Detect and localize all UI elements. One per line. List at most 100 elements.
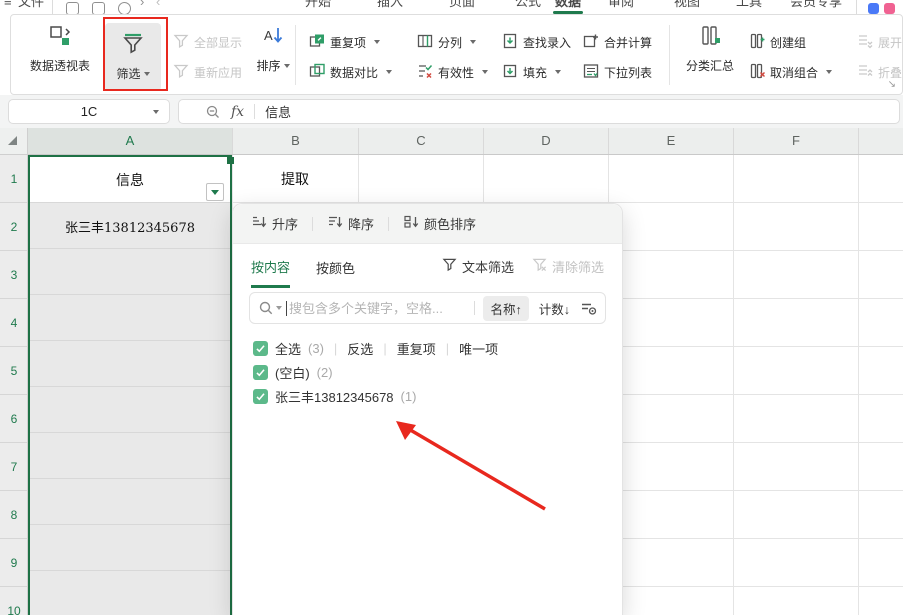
column-header-E[interactable]: E [608, 128, 733, 154]
row-header-4[interactable]: 4 [0, 299, 28, 347]
search-icon [258, 300, 274, 316]
filter-search-box[interactable]: 名称↑ 计数↓ [249, 292, 606, 324]
cell-A2[interactable]: 张三丰13812345678 [30, 203, 230, 249]
tab-member[interactable]: 会员专享 [790, 0, 842, 14]
preview-icon[interactable] [118, 2, 131, 14]
duplicates-link[interactable]: 重复项 [397, 339, 436, 358]
show-all-button[interactable]: 全部显示 [173, 31, 242, 53]
column-header-D[interactable]: D [483, 128, 608, 154]
checkbox-select-all[interactable] [253, 341, 268, 356]
tab-by-content[interactable]: 按内容 [251, 245, 290, 288]
column-header-F[interactable]: F [733, 128, 858, 154]
pivot-table-button[interactable]: 数据透视表 [15, 25, 105, 74]
dialog-launcher-icon[interactable]: ↘ [888, 79, 896, 90]
divider [388, 217, 389, 231]
name-box[interactable]: 1C [8, 99, 170, 124]
sort-by-count-button[interactable]: 计数↓ [539, 299, 570, 318]
row-header-9[interactable]: 9 [0, 539, 28, 587]
remove-duplicates-button[interactable]: 重复项 [309, 31, 380, 53]
sort-by-color-button[interactable]: 颜色排序 [403, 214, 476, 233]
redo-icon[interactable]: ‹ [156, 0, 160, 14]
tab-home[interactable]: 开始 [305, 0, 331, 14]
tab-formulas[interactable]: 公式 [515, 0, 541, 14]
fx-icon[interactable]: fx [231, 104, 244, 120]
data-compare-icon [309, 63, 325, 82]
dropdown-list-button[interactable]: 下拉列表 [583, 61, 652, 83]
row-header-2[interactable]: 2 [0, 203, 28, 251]
tab-view[interactable]: 视图 [674, 0, 700, 14]
filter-button[interactable]: 筛选 [105, 23, 161, 91]
column-header-A[interactable]: A [28, 128, 232, 154]
undo-icon[interactable]: › [140, 0, 144, 14]
tab-tools[interactable]: 工具 [736, 0, 762, 14]
chevron-down-icon [144, 72, 150, 76]
checkbox-value[interactable] [253, 389, 268, 404]
row-header-7[interactable]: 7 [0, 443, 28, 491]
validation-button[interactable]: 有效性 [417, 61, 488, 83]
formula-search-icon[interactable] [205, 104, 221, 120]
data-compare-button[interactable]: 数据对比 [309, 61, 392, 83]
select-all-label[interactable]: 全选 [275, 339, 301, 358]
selection-fill-handle[interactable] [227, 157, 234, 164]
column-headers: A B C D E F [28, 128, 903, 155]
search-input[interactable] [289, 301, 466, 316]
column-header-B[interactable]: B [232, 128, 358, 154]
fill-button[interactable]: 填充 [502, 61, 561, 83]
tab-review[interactable]: 审阅 [608, 0, 634, 14]
cell-A1[interactable]: 信息 [30, 157, 230, 203]
reapply-button[interactable]: 重新应用 [173, 61, 242, 83]
tab-by-color[interactable]: 按颜色 [316, 246, 355, 286]
tab-page[interactable]: 页面 [449, 0, 475, 14]
chevron-down-icon [153, 110, 159, 114]
app-icon-pink[interactable] [884, 3, 895, 14]
file-menu[interactable]: 文件 [18, 0, 44, 14]
list-item: (空白) (2) [253, 360, 602, 384]
divider [312, 217, 313, 231]
reapply-funnel-icon [173, 63, 189, 82]
column-header-C[interactable]: C [358, 128, 483, 154]
checkbox-blank[interactable] [253, 365, 268, 380]
search-mode-chevron-icon[interactable] [276, 306, 282, 310]
row-header-1[interactable]: 1 [0, 155, 28, 203]
filter-value-list: 全选 (3) | 反选 | 重复项 | 唯一项 (空白) (2) 张三丰1381… [233, 324, 622, 420]
clear-filter-button[interactable]: 清除筛选 [532, 257, 604, 276]
column-a-selection: 信息 张三丰13812345678 [28, 155, 232, 615]
row-header-10[interactable]: 10 [0, 587, 28, 615]
select-all-row: 全选 (3) | 反选 | 重复项 | 唯一项 [253, 336, 602, 360]
column-header-G-partial[interactable] [858, 128, 903, 154]
gridline [733, 128, 734, 615]
text-to-columns-button[interactable]: 分列 [417, 31, 476, 53]
row-header-8[interactable]: 8 [0, 491, 28, 539]
create-group-button[interactable]: 创建组 [749, 31, 806, 53]
consolidate-button[interactable]: 合并计算 [583, 31, 652, 53]
hamburger-menu-icon[interactable]: ≡ [4, 0, 12, 14]
expand-icon [857, 33, 873, 52]
cell-B1[interactable]: 提取 [232, 155, 358, 202]
sort-ascending-button[interactable]: 升序 [251, 214, 298, 233]
ungroup-button[interactable]: 取消组合 [749, 61, 832, 83]
save-icon[interactable] [66, 2, 79, 14]
row-header-5[interactable]: 5 [0, 347, 28, 395]
chevron-down-icon [482, 70, 488, 74]
row-header-3[interactable]: 3 [0, 251, 28, 299]
select-all-corner[interactable] [0, 128, 28, 155]
text-filter-button[interactable]: 文本筛选 [442, 257, 514, 276]
unique-link[interactable]: 唯一项 [459, 339, 498, 358]
item-label[interactable]: 张三丰13812345678 [275, 387, 394, 406]
expand-button[interactable]: 展开 [857, 31, 902, 53]
sort-ascending-icon [251, 214, 267, 233]
lookup-entry-button[interactable]: 查找录入 [502, 31, 571, 53]
sort-by-name-button[interactable]: 名称↑ [483, 296, 528, 321]
app-icon-blue[interactable] [868, 3, 879, 14]
subtotal-button[interactable]: 分类汇总 [679, 25, 741, 74]
autofilter-dropdown-button[interactable] [206, 183, 224, 201]
formula-input-box[interactable]: fx 信息 [178, 99, 900, 124]
row-header-6[interactable]: 6 [0, 395, 28, 443]
print-icon[interactable] [92, 2, 105, 14]
sort-button[interactable]: A 排序 [247, 25, 299, 74]
invert-selection-link[interactable]: 反选 [347, 339, 373, 358]
sort-descending-button[interactable]: 降序 [327, 214, 374, 233]
list-settings-icon[interactable] [580, 300, 597, 317]
tab-insert[interactable]: 插入 [377, 0, 403, 14]
item-label[interactable]: (空白) [275, 363, 310, 382]
